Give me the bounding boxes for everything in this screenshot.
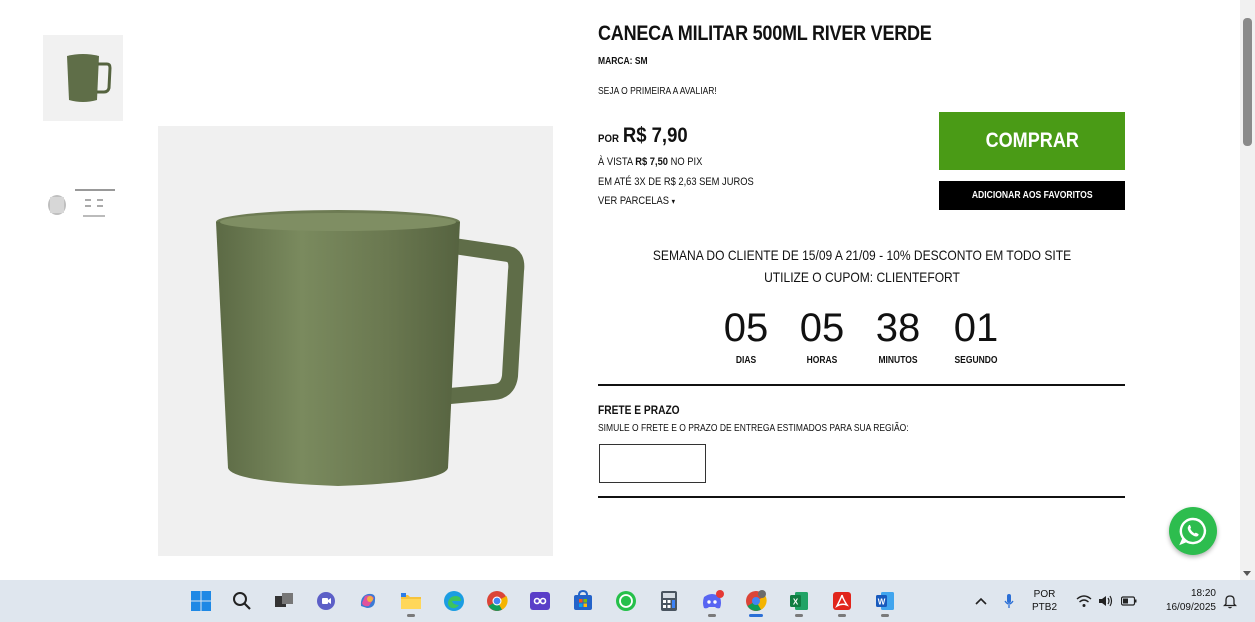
running-indicator (407, 614, 415, 617)
thumbnail-1[interactable] (43, 35, 123, 121)
see-installments-link[interactable]: VER PARCELAS ▾ (598, 195, 675, 207)
countdown-minutes-label: MINUTOS (878, 355, 918, 366)
chrome-icon[interactable] (484, 588, 510, 614)
search-icon[interactable] (229, 588, 255, 614)
language-code: POR (1033, 589, 1056, 600)
scrollbar-thumb[interactable] (1243, 18, 1252, 146)
countdown-timer: 05 DIAS 05 HORAS 38 MINUTOS 01 SEGUNDO (708, 305, 1028, 375)
store-icon[interactable] (570, 588, 596, 614)
whatsapp-icon[interactable] (613, 588, 639, 614)
language-indicator[interactable]: POR PTB2 (1032, 588, 1057, 614)
installments-text: EM ATÉ 3X DE R$ 2,63 SEM JUROS (598, 176, 754, 188)
countdown-minutes-value: 38 (875, 306, 921, 350)
mug-spec-thumbnail-image (48, 189, 115, 217)
countdown-days: 05 DIAS (708, 305, 784, 366)
pix-suffix: NO PIX (670, 156, 703, 168)
price: POR R$ 7,90 (598, 124, 688, 148)
product-brand: MARCA: SM (598, 56, 648, 67)
running-indicator (881, 614, 889, 617)
copilot-icon[interactable] (355, 588, 381, 614)
chevron-down-icon: ▾ (671, 197, 676, 206)
countdown-seconds-value: 01 (953, 306, 999, 350)
cep-input[interactable] (599, 444, 706, 483)
task-view-icon[interactable] (271, 588, 297, 614)
countdown-days-label: DIAS (735, 355, 757, 366)
product-title: CANECA MILITAR 500ML RIVER VERDE (598, 22, 932, 45)
countdown-days-value: 05 (723, 306, 769, 350)
excel-icon[interactable]: X (786, 588, 812, 617)
countdown-seconds: 01 SEGUNDO (938, 305, 1014, 366)
scroll-down-arrow[interactable] (1243, 571, 1251, 576)
running-indicator (795, 614, 803, 617)
countdown-hours-value: 05 (799, 306, 845, 350)
system-clock[interactable]: 18:20 16/09/2025 (1150, 587, 1216, 615)
pix-price: À VISTA R$ 7,50 NO PIX (598, 156, 702, 168)
calculator-icon[interactable] (656, 588, 682, 614)
svg-text:W: W (878, 598, 886, 607)
price-value: R$ 7,90 (622, 124, 688, 147)
shipping-description: SIMULE O FRETE E O PRAZO DE ENTREGA ESTI… (598, 423, 909, 434)
discord-icon[interactable] (699, 588, 725, 617)
divider (598, 384, 1125, 386)
promo-text: SEMANA DO CLIENTE DE 15/09 A 21/09 - 10%… (652, 247, 1072, 285)
thumbnail-2[interactable] (43, 172, 123, 234)
pix-value: R$ 7,50 (635, 156, 669, 168)
countdown-minutes: 38 MINUTOS (860, 305, 936, 366)
countdown-seconds-label: SEGUNDO (954, 355, 998, 366)
running-indicator (838, 614, 846, 617)
page-scrollbar[interactable] (1240, 0, 1255, 580)
whatsapp-icon (1179, 517, 1207, 546)
mug-image (216, 210, 525, 486)
clock-time: 18:20 (1190, 588, 1216, 599)
chevron-up-icon[interactable] (968, 588, 994, 614)
windows-start-icon[interactable] (188, 588, 214, 614)
buy-button[interactable]: COMPRAR (939, 112, 1125, 170)
file-explorer-icon[interactable] (398, 588, 424, 617)
add-favorites-label: ADICIONAR AOS FAVORITOS (971, 190, 1093, 201)
active-indicator (749, 614, 763, 617)
see-installments-label: VER PARCELAS (598, 195, 670, 207)
edge-icon[interactable] (441, 588, 467, 614)
notification-bell-icon[interactable] (1217, 588, 1243, 614)
promo-banner: SEMANA DO CLIENTE DE 15/09 A 21/09 - 10%… (598, 244, 1126, 288)
clock-date: 16/09/2025 (1165, 602, 1216, 613)
mug-thumbnail-image (67, 54, 112, 102)
svg-text:X: X (793, 598, 799, 607)
windows-taskbar: X W POR PTB2 18:20 16/09/2025 (0, 580, 1255, 622)
shipping-title: FRETE E PRAZO (598, 403, 680, 417)
chrome-profile-icon[interactable] (743, 588, 769, 617)
acrobat-icon[interactable] (829, 588, 855, 617)
keyboard-layout: PTB2 (1032, 602, 1058, 613)
add-favorites-button[interactable]: ADICIONAR AOS FAVORITOS (939, 181, 1125, 210)
price-prefix: POR (598, 133, 619, 145)
pix-prefix: À VISTA (598, 156, 633, 168)
whatsapp-chat-button[interactable] (1169, 507, 1217, 555)
teams-meet-icon[interactable] (313, 588, 339, 614)
product-main-image[interactable] (158, 126, 553, 556)
running-indicator (708, 614, 716, 617)
countdown-hours: 05 HORAS (784, 305, 860, 366)
word-icon[interactable]: W (872, 588, 898, 617)
buy-button-label: COMPRAR (985, 129, 1079, 152)
microphone-icon[interactable] (996, 588, 1022, 614)
divider (598, 496, 1125, 498)
media-icon[interactable] (527, 588, 553, 614)
battery-icon[interactable] (1116, 588, 1142, 614)
countdown-hours-label: HORAS (806, 355, 838, 366)
review-link[interactable]: SEJA O PRIMEIRA A AVALIAR! (598, 86, 717, 97)
